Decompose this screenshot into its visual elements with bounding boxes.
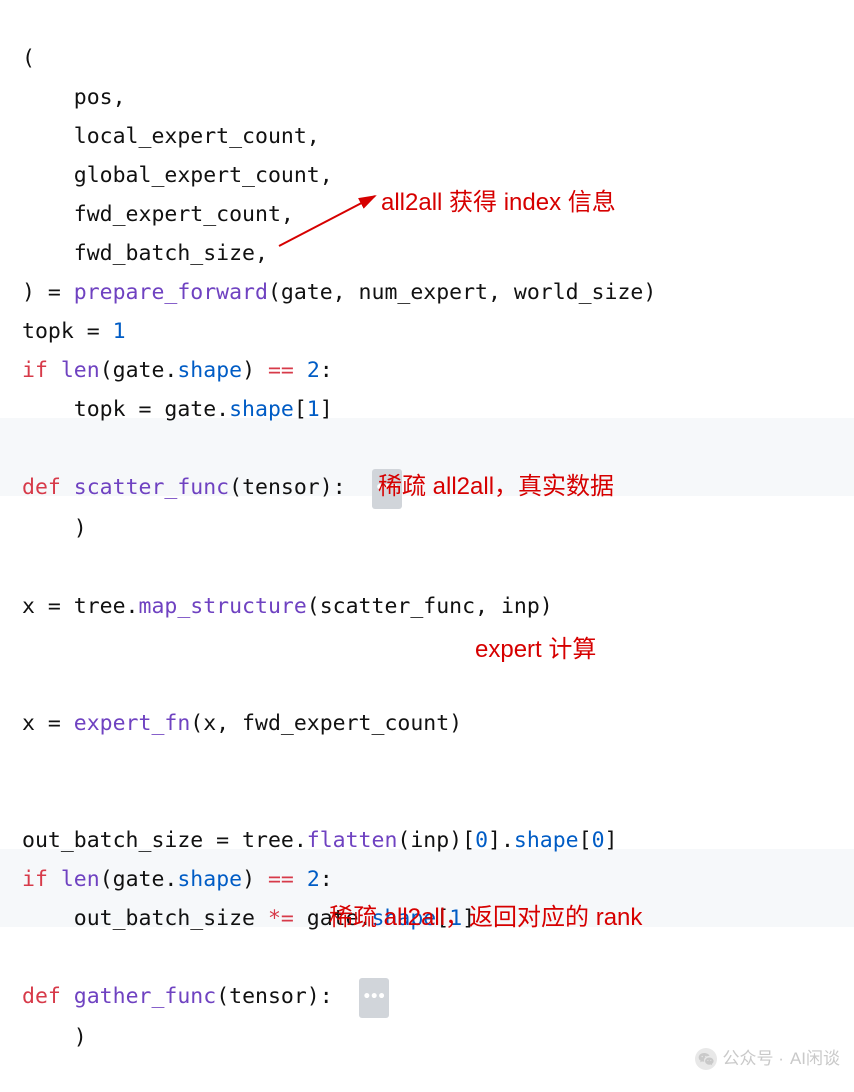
code-text: [48, 358, 61, 383]
watermark-prefix: 公众号 ·: [723, 1039, 784, 1078]
code-text: (tensor):: [216, 984, 358, 1009]
code-text: [48, 867, 61, 892]
code-text: (scatter_func, inp): [307, 594, 553, 619]
code-line: topk = 1: [22, 319, 126, 344]
code-fn: map_structure: [139, 594, 307, 619]
code-text: (gate, num_expert, world_size): [268, 280, 656, 305]
code-text: out_batch_size: [22, 906, 268, 931]
code-line: fwd_expert_count,: [22, 202, 294, 227]
code-line: pos,: [22, 85, 126, 110]
code-prop: shape: [177, 358, 242, 383]
code-text: ): [242, 867, 268, 892]
blank-line: [22, 945, 35, 970]
blank-line: [22, 789, 35, 814]
code-line: global_expert_count,: [22, 163, 333, 188]
annotation-all2all-index: all2all 获得 index 信息: [381, 183, 616, 222]
code-fn: scatter_func: [74, 475, 229, 500]
code-prop: shape: [514, 828, 579, 853]
code-text: [: [579, 828, 592, 853]
code-number: 0: [475, 828, 488, 853]
code-prop: shape: [229, 397, 294, 422]
code-line: ) = prepare_forward(gate, num_expert, wo…: [22, 280, 656, 305]
code-line: (: [22, 46, 35, 71]
code-fn: len: [61, 358, 100, 383]
code-line: x = tree.map_structure(scatter_func, inp…: [22, 594, 553, 619]
code-keyword: def: [22, 984, 61, 1009]
code-fn: expert_fn: [74, 711, 191, 736]
code-text: x = tree.: [22, 594, 139, 619]
code-keyword: if: [22, 358, 48, 383]
code-fn: flatten: [307, 828, 398, 853]
fold-icon[interactable]: •••: [359, 978, 389, 1018]
code-keyword: def: [22, 475, 61, 500]
code-text: (gate.: [100, 358, 178, 383]
code-text: ) =: [22, 280, 74, 305]
code-text: out_batch_size = tree.: [22, 828, 307, 853]
code-text: topk =: [22, 319, 113, 344]
code-op: *=: [268, 906, 294, 931]
code-text: x =: [22, 711, 74, 736]
code-line: ): [22, 1025, 87, 1050]
annotation-sparse-all2all-rank: 稀疏 all2all，返回对应的 rank: [329, 898, 642, 937]
code-text: ]: [605, 828, 618, 853]
code-line: if len(gate.shape) == 2:: [22, 867, 333, 892]
code-text: [61, 475, 74, 500]
code-text: :: [320, 358, 333, 383]
code-text: (tensor):: [229, 475, 371, 500]
code-number: 2: [307, 358, 320, 383]
code-op: ==: [268, 358, 294, 383]
annotation-sparse-all2all-data: 稀疏 all2all，真实数据: [378, 467, 614, 506]
wechat-icon: [695, 1048, 717, 1070]
watermark: 公众号 · AI闲谈: [695, 1039, 840, 1078]
watermark-name: AI闲谈: [790, 1039, 840, 1078]
blank-line: [22, 436, 35, 461]
blank-line: [22, 672, 35, 697]
blank-line: [22, 633, 35, 658]
code-text: [: [294, 397, 307, 422]
code-line: x = expert_fn(x, fwd_expert_count): [22, 711, 462, 736]
code-op: ==: [268, 867, 294, 892]
code-text: :: [320, 867, 333, 892]
code-line: out_batch_size = tree.flatten(inp)[0].sh…: [22, 828, 618, 853]
blank-line: [22, 1064, 35, 1089]
code-line: local_expert_count,: [22, 124, 320, 149]
code-fn: len: [61, 867, 100, 892]
code-number: 1: [113, 319, 126, 344]
code-keyword: if: [22, 867, 48, 892]
code-text: (inp)[: [397, 828, 475, 853]
code-fn: gather_func: [74, 984, 216, 1009]
code-line: topk = gate.shape[1]: [22, 397, 333, 422]
code-number: 2: [307, 867, 320, 892]
code-number: 1: [307, 397, 320, 422]
code-text: [294, 867, 307, 892]
code-line: def scatter_func(tensor): •••: [22, 475, 402, 500]
code-line: fwd_batch_size,: [22, 241, 268, 266]
blank-line: [22, 750, 35, 775]
code-number: 0: [592, 828, 605, 853]
code-text: ): [242, 358, 268, 383]
code-fn: prepare_forward: [74, 280, 268, 305]
code-text: ]: [320, 397, 333, 422]
code-text: (x, fwd_expert_count): [190, 711, 462, 736]
code-text: [294, 358, 307, 383]
code-text: [61, 984, 74, 1009]
code-line: def gather_func(tensor): •••: [22, 984, 389, 1009]
code-line: if len(gate.shape) == 2:: [22, 358, 333, 383]
blank-line: [22, 555, 35, 580]
code-text: (gate.: [100, 867, 178, 892]
annotation-expert-compute: expert 计算: [475, 630, 596, 669]
code-line: ): [22, 516, 87, 541]
code-prop: shape: [177, 867, 242, 892]
code-text: topk = gate.: [22, 397, 229, 422]
code-text: ].: [488, 828, 514, 853]
